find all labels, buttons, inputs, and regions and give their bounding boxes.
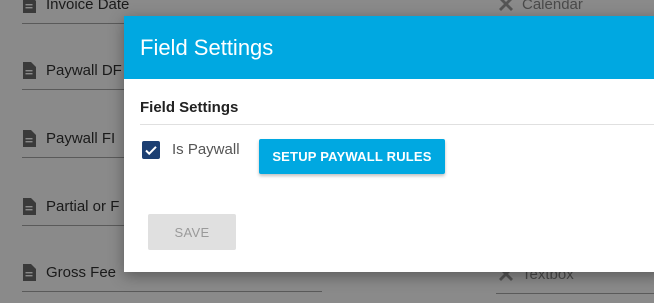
dialog-header: Field Settings (124, 16, 654, 79)
section-title: Field Settings (140, 99, 239, 116)
document-icon (23, 61, 36, 79)
check-icon (145, 146, 157, 156)
document-icon (23, 263, 36, 281)
section-divider (140, 124, 654, 125)
field-divider (496, 293, 654, 294)
field-label: Paywall DF (46, 61, 122, 79)
field-type-row[interactable]: Calendar (496, 0, 583, 16)
document-icon (23, 0, 36, 13)
field-label: Paywall FI (46, 129, 116, 147)
save-button[interactable]: SAVE (148, 214, 236, 250)
is-paywall-label: Is Paywall (172, 141, 240, 158)
setup-paywall-rules-button[interactable]: SETUP PAYWALL RULES (259, 139, 445, 174)
field-settings-dialog: Field Settings Field Settings Is Paywall… (124, 16, 654, 272)
field-label: Invoice Date (46, 0, 130, 13)
field-divider (22, 291, 322, 292)
field-type-label: Calendar (522, 0, 583, 13)
document-icon (23, 129, 36, 147)
dialog-title: Field Settings (140, 34, 274, 60)
document-icon (23, 197, 36, 215)
tools-icon (499, 0, 513, 11)
field-label: Gross Fee (46, 263, 117, 281)
is-paywall-checkbox[interactable] (142, 141, 160, 159)
field-label: Partial or F (46, 197, 120, 215)
field-row[interactable]: Invoice Date (22, 0, 322, 24)
